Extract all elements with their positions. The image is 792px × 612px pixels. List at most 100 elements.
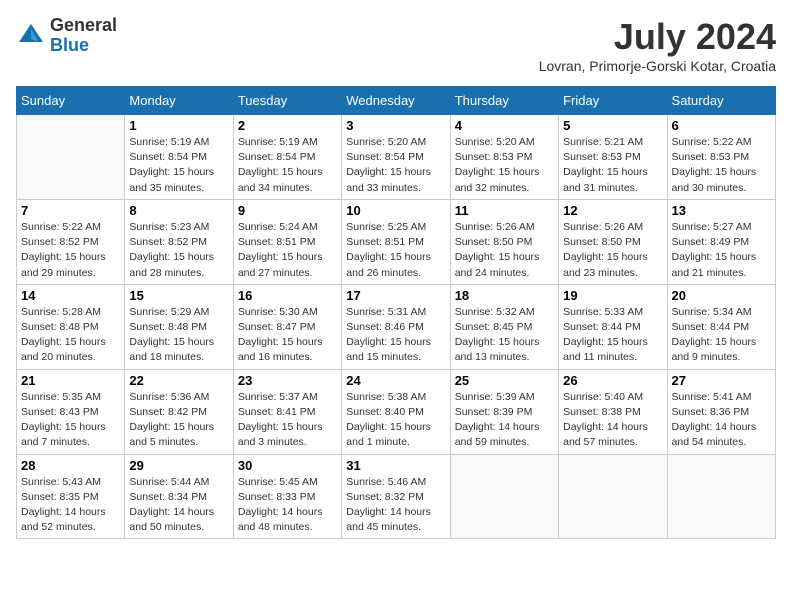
calendar-cell: 4Sunrise: 5:20 AMSunset: 8:53 PMDaylight… xyxy=(450,115,558,200)
calendar-cell: 28 Sunrise: 5:43 AMSunset: 8:35 PMDayligh… xyxy=(17,454,125,539)
day-number: 14 xyxy=(21,288,120,303)
calendar-table: SundayMondayTuesdayWednesdayThursdayFrid… xyxy=(16,86,776,539)
day-info: Sunrise: 5:20 AMSunset: 8:54 PMDaylight:… xyxy=(346,135,445,196)
calendar-cell: 29 Sunrise: 5:44 AMSunset: 8:34 PMDayligh… xyxy=(125,454,233,539)
calendar-cell: 27 Sunrise: 5:41 AMSunset: 8:36 PMDayligh… xyxy=(667,369,775,454)
day-number: 30 xyxy=(238,458,337,473)
logo-blue: Blue xyxy=(50,36,117,56)
day-info: Sunrise: 5:21 AMSunset: 8:53 PMDaylight:… xyxy=(563,135,662,196)
day-info: Sunrise: 5:24 AMSunset: 8:51 PMDaylight:… xyxy=(238,220,337,281)
calendar-cell xyxy=(667,454,775,539)
day-number: 9 xyxy=(238,203,337,218)
day-info: Sunrise: 5:29 AMSunset: 8:48 PMDaylight:… xyxy=(129,305,228,366)
calendar-cell: 17 Sunrise: 5:31 AMSunset: 8:46 PMDayligh… xyxy=(342,284,450,369)
day-info: Sunrise: 5:36 AMSunset: 8:42 PMDaylight:… xyxy=(129,390,228,451)
day-number: 31 xyxy=(346,458,445,473)
day-number: 21 xyxy=(21,373,120,388)
calendar-cell: 10 Sunrise: 5:25 AMSunset: 8:51 PMDayligh… xyxy=(342,199,450,284)
calendar-cell xyxy=(17,115,125,200)
day-info: Sunrise: 5:39 AMSunset: 8:39 PMDaylight:… xyxy=(455,390,554,451)
week-row-4: 21 Sunrise: 5:35 AMSunset: 8:43 PMDayligh… xyxy=(17,369,776,454)
calendar-cell: 1 Sunrise: 5:19 AMSunset: 8:54 PMDaylight… xyxy=(125,115,233,200)
day-info: Sunrise: 5:41 AMSunset: 8:36 PMDaylight:… xyxy=(672,390,771,451)
calendar-cell: 3Sunrise: 5:20 AMSunset: 8:54 PMDaylight… xyxy=(342,115,450,200)
calendar-cell: 9 Sunrise: 5:24 AMSunset: 8:51 PMDaylight… xyxy=(233,199,341,284)
logo-general: General xyxy=(50,16,117,36)
day-info: Sunrise: 5:32 AMSunset: 8:45 PMDaylight:… xyxy=(455,305,554,366)
day-number: 13 xyxy=(672,203,771,218)
day-number: 1 xyxy=(129,118,228,133)
calendar-cell: 13 Sunrise: 5:27 AMSunset: 8:49 PMDayligh… xyxy=(667,199,775,284)
day-number: 26 xyxy=(563,373,662,388)
calendar-header-thursday: Thursday xyxy=(450,87,558,115)
day-info: Sunrise: 5:23 AMSunset: 8:52 PMDaylight:… xyxy=(129,220,228,281)
calendar-cell: 7Sunrise: 5:22 AMSunset: 8:52 PMDaylight… xyxy=(17,199,125,284)
day-number: 16 xyxy=(238,288,337,303)
day-number: 29 xyxy=(129,458,228,473)
calendar-cell: 2Sunrise: 5:19 AMSunset: 8:54 PMDaylight… xyxy=(233,115,341,200)
calendar-cell: 22Sunrise: 5:36 AMSunset: 8:42 PMDayligh… xyxy=(125,369,233,454)
day-info: Sunrise: 5:20 AMSunset: 8:53 PMDaylight:… xyxy=(455,135,554,196)
day-number: 24 xyxy=(346,373,445,388)
day-info: Sunrise: 5:26 AMSunset: 8:50 PMDaylight:… xyxy=(455,220,554,281)
day-number: 27 xyxy=(672,373,771,388)
calendar-cell: 16Sunrise: 5:30 AMSunset: 8:47 PMDayligh… xyxy=(233,284,341,369)
day-info: Sunrise: 5:22 AMSunset: 8:53 PMDaylight:… xyxy=(672,135,771,196)
week-row-2: 7Sunrise: 5:22 AMSunset: 8:52 PMDaylight… xyxy=(17,199,776,284)
day-info: Sunrise: 5:38 AMSunset: 8:40 PMDaylight:… xyxy=(346,390,445,451)
day-info: Sunrise: 5:37 AMSunset: 8:41 PMDaylight:… xyxy=(238,390,337,451)
calendar-header-wednesday: Wednesday xyxy=(342,87,450,115)
day-info: Sunrise: 5:40 AMSunset: 8:38 PMDaylight:… xyxy=(563,390,662,451)
calendar-cell: 26 Sunrise: 5:40 AMSunset: 8:38 PMDayligh… xyxy=(559,369,667,454)
calendar-cell: 12 Sunrise: 5:26 AMSunset: 8:50 PMDayligh… xyxy=(559,199,667,284)
day-info: Sunrise: 5:43 AMSunset: 8:35 PMDaylight:… xyxy=(21,475,120,536)
logo-icon xyxy=(16,21,46,51)
day-number: 7 xyxy=(21,203,120,218)
calendar-header-monday: Monday xyxy=(125,87,233,115)
location: Lovran, Primorje-Gorski Kotar, Croatia xyxy=(539,58,776,74)
calendar-cell: 19Sunrise: 5:33 AMSunset: 8:44 PMDayligh… xyxy=(559,284,667,369)
day-number: 8 xyxy=(129,203,228,218)
month-title: July 2024 xyxy=(539,16,776,58)
day-number: 25 xyxy=(455,373,554,388)
day-number: 23 xyxy=(238,373,337,388)
logo: General Blue xyxy=(16,16,117,56)
day-info: Sunrise: 5:19 AMSunset: 8:54 PMDaylight:… xyxy=(129,135,228,196)
day-info: Sunrise: 5:35 AMSunset: 8:43 PMDaylight:… xyxy=(21,390,120,451)
day-info: Sunrise: 5:27 AMSunset: 8:49 PMDaylight:… xyxy=(672,220,771,281)
calendar-cell: 14 Sunrise: 5:28 AMSunset: 8:48 PMDayligh… xyxy=(17,284,125,369)
day-number: 17 xyxy=(346,288,445,303)
calendar-cell: 25 Sunrise: 5:39 AMSunset: 8:39 PMDayligh… xyxy=(450,369,558,454)
day-number: 12 xyxy=(563,203,662,218)
calendar-header-sunday: Sunday xyxy=(17,87,125,115)
calendar-cell: 30Sunrise: 5:45 AMSunset: 8:33 PMDayligh… xyxy=(233,454,341,539)
day-number: 15 xyxy=(129,288,228,303)
day-info: Sunrise: 5:31 AMSunset: 8:46 PMDaylight:… xyxy=(346,305,445,366)
calendar-cell: 6 Sunrise: 5:22 AMSunset: 8:53 PMDaylight… xyxy=(667,115,775,200)
calendar-cell: 5Sunrise: 5:21 AMSunset: 8:53 PMDaylight… xyxy=(559,115,667,200)
day-number: 2 xyxy=(238,118,337,133)
day-number: 18 xyxy=(455,288,554,303)
calendar-header-row: SundayMondayTuesdayWednesdayThursdayFrid… xyxy=(17,87,776,115)
day-number: 6 xyxy=(672,118,771,133)
calendar-cell: 24 Sunrise: 5:38 AMSunset: 8:40 PMDayligh… xyxy=(342,369,450,454)
calendar-cell xyxy=(450,454,558,539)
day-number: 28 xyxy=(21,458,120,473)
calendar-header-tuesday: Tuesday xyxy=(233,87,341,115)
title-area: July 2024 Lovran, Primorje-Gorski Kotar,… xyxy=(539,16,776,74)
week-row-3: 14 Sunrise: 5:28 AMSunset: 8:48 PMDayligh… xyxy=(17,284,776,369)
day-info: Sunrise: 5:28 AMSunset: 8:48 PMDaylight:… xyxy=(21,305,120,366)
day-number: 10 xyxy=(346,203,445,218)
calendar-cell: 11 Sunrise: 5:26 AMSunset: 8:50 PMDayligh… xyxy=(450,199,558,284)
calendar-cell: 20Sunrise: 5:34 AMSunset: 8:44 PMDayligh… xyxy=(667,284,775,369)
day-info: Sunrise: 5:44 AMSunset: 8:34 PMDaylight:… xyxy=(129,475,228,536)
day-number: 19 xyxy=(563,288,662,303)
day-info: Sunrise: 5:26 AMSunset: 8:50 PMDaylight:… xyxy=(563,220,662,281)
day-info: Sunrise: 5:25 AMSunset: 8:51 PMDaylight:… xyxy=(346,220,445,281)
day-number: 11 xyxy=(455,203,554,218)
week-row-1: 1 Sunrise: 5:19 AMSunset: 8:54 PMDaylight… xyxy=(17,115,776,200)
calendar-header-friday: Friday xyxy=(559,87,667,115)
day-info: Sunrise: 5:34 AMSunset: 8:44 PMDaylight:… xyxy=(672,305,771,366)
calendar-cell: 8 Sunrise: 5:23 AMSunset: 8:52 PMDaylight… xyxy=(125,199,233,284)
week-row-5: 28 Sunrise: 5:43 AMSunset: 8:35 PMDayligh… xyxy=(17,454,776,539)
